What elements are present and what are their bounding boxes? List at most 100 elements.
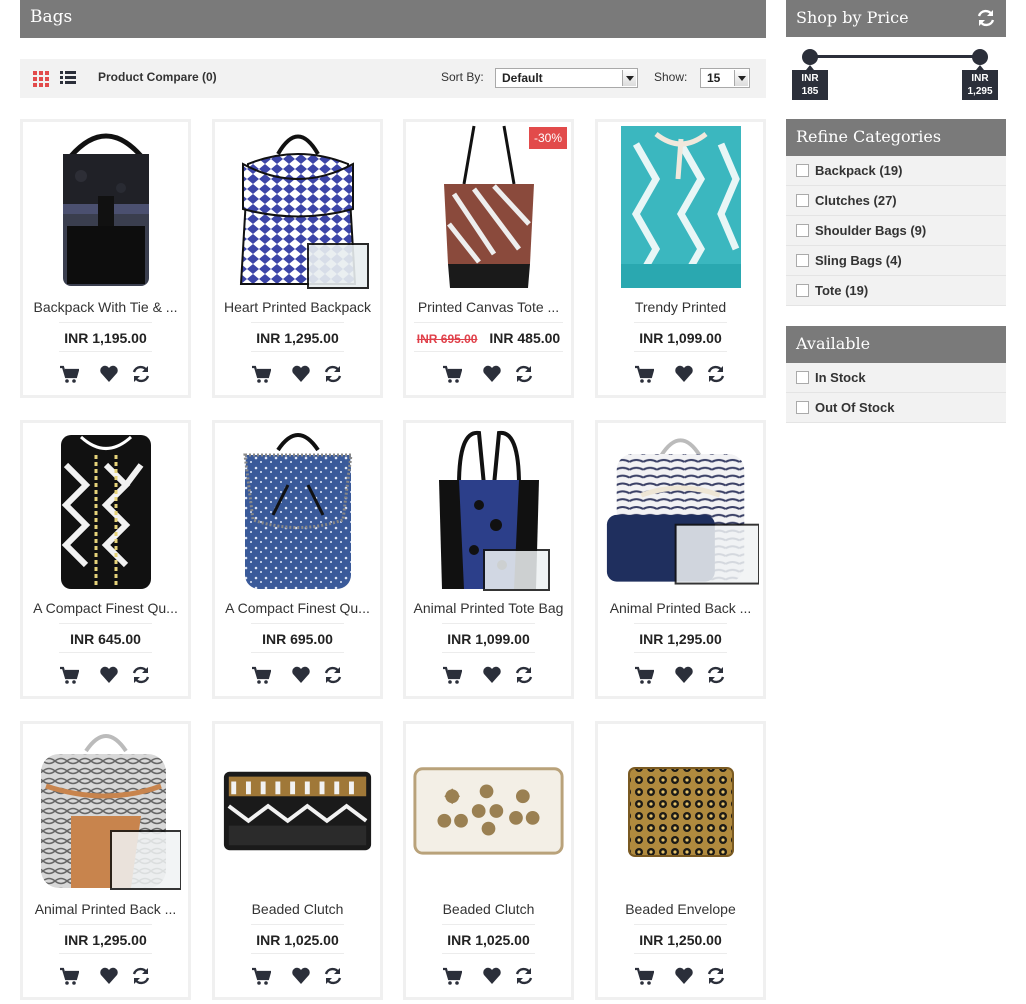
add-to-cart-icon[interactable] bbox=[251, 966, 271, 986]
checkbox[interactable] bbox=[796, 224, 809, 237]
show-select[interactable]: 15 bbox=[700, 68, 750, 88]
price-min-handle[interactable] bbox=[802, 49, 818, 65]
availability-option-out-of-stock[interactable]: Out Of Stock bbox=[786, 393, 1006, 423]
product-card[interactable]: Beaded Clutch INR 1,025.00 bbox=[212, 721, 383, 1000]
availability-option-in-stock[interactable]: In Stock bbox=[786, 363, 1006, 393]
product-name[interactable]: Animal Printed Back ... bbox=[29, 901, 182, 917]
checkbox[interactable] bbox=[796, 371, 809, 384]
wishlist-heart-icon[interactable] bbox=[291, 665, 311, 685]
product-card[interactable]: Trendy Printed INR 1,099.00 bbox=[595, 119, 766, 398]
list-view-icon[interactable] bbox=[60, 70, 76, 86]
product-image[interactable] bbox=[602, 124, 759, 290]
product-image[interactable] bbox=[27, 124, 184, 290]
product-card[interactable]: A Compact Finest Qu... INR 645.00 bbox=[20, 420, 191, 699]
product-name[interactable]: Printed Canvas Tote ... bbox=[412, 299, 565, 315]
category-option-backpack[interactable]: Backpack (19) bbox=[786, 156, 1006, 186]
price-max-handle[interactable] bbox=[972, 49, 988, 65]
wishlist-heart-icon[interactable] bbox=[291, 364, 311, 384]
product-card[interactable]: Beaded Envelope INR 1,250.00 bbox=[595, 721, 766, 1000]
add-to-cart-icon[interactable] bbox=[59, 665, 79, 685]
compare-refresh-icon[interactable] bbox=[706, 364, 726, 384]
product-name[interactable]: Heart Printed Backpack bbox=[221, 299, 374, 315]
product-name[interactable]: Animal Printed Tote Bag bbox=[412, 600, 565, 616]
product-card[interactable]: Animal Printed Tote Bag INR 1,099.00 bbox=[403, 420, 574, 699]
add-to-cart-icon[interactable] bbox=[251, 665, 271, 685]
wishlist-heart-icon[interactable] bbox=[674, 665, 694, 685]
product-card[interactable]: Heart Printed Backpack INR 1,295.00 bbox=[212, 119, 383, 398]
compare-refresh-icon[interactable] bbox=[706, 665, 726, 685]
add-to-cart-icon[interactable] bbox=[59, 364, 79, 384]
product-name[interactable]: Beaded Clutch bbox=[412, 901, 565, 917]
wishlist-heart-icon[interactable] bbox=[482, 364, 502, 384]
product-card[interactable]: Animal Printed Back ... INR 1,295.00 bbox=[20, 721, 191, 1000]
product-price: INR 1,295.00 bbox=[59, 924, 152, 954]
product-image[interactable] bbox=[219, 425, 376, 591]
compare-refresh-icon[interactable] bbox=[131, 665, 151, 685]
product-image[interactable] bbox=[602, 425, 759, 591]
price-slider[interactable]: INR 185 INR 1,295 bbox=[786, 37, 1006, 105]
price-slider-track[interactable] bbox=[810, 55, 980, 58]
compare-refresh-icon[interactable] bbox=[514, 665, 534, 685]
wishlist-heart-icon[interactable] bbox=[674, 364, 694, 384]
wishlist-heart-icon[interactable] bbox=[99, 966, 119, 986]
reset-refresh-icon[interactable] bbox=[976, 8, 996, 28]
add-to-cart-icon[interactable] bbox=[442, 665, 462, 685]
category-option-sling-bags[interactable]: Sling Bags (4) bbox=[786, 246, 1006, 276]
add-to-cart-icon[interactable] bbox=[634, 966, 654, 986]
product-compare-link[interactable]: Product Compare (0) bbox=[98, 70, 217, 84]
product-image[interactable] bbox=[410, 425, 567, 591]
compare-refresh-icon[interactable] bbox=[514, 966, 534, 986]
grid-view-icon[interactable] bbox=[33, 71, 49, 87]
product-name[interactable]: Beaded Envelope bbox=[604, 901, 757, 917]
wishlist-heart-icon[interactable] bbox=[291, 966, 311, 986]
compare-refresh-icon[interactable] bbox=[323, 966, 343, 986]
add-to-cart-icon[interactable] bbox=[634, 364, 654, 384]
product-name[interactable]: A Compact Finest Qu... bbox=[221, 600, 374, 616]
compare-refresh-icon[interactable] bbox=[323, 364, 343, 384]
compare-refresh-icon[interactable] bbox=[131, 966, 151, 986]
product-image[interactable] bbox=[602, 726, 759, 892]
wishlist-heart-icon[interactable] bbox=[482, 966, 502, 986]
add-to-cart-icon[interactable] bbox=[442, 966, 462, 986]
product-image[interactable] bbox=[219, 124, 376, 290]
wishlist-heart-icon[interactable] bbox=[674, 966, 694, 986]
compare-refresh-icon[interactable] bbox=[514, 364, 534, 384]
wishlist-heart-icon[interactable] bbox=[99, 665, 119, 685]
product-image[interactable] bbox=[410, 726, 567, 892]
product-name[interactable]: A Compact Finest Qu... bbox=[29, 600, 182, 616]
product-name[interactable]: Beaded Clutch bbox=[221, 901, 374, 917]
availability-filter: Available In Stock Out Of Stock bbox=[786, 326, 1006, 423]
add-to-cart-icon[interactable] bbox=[251, 364, 271, 384]
product-card[interactable]: Beaded Clutch INR 1,025.00 bbox=[403, 721, 574, 1000]
checkbox[interactable] bbox=[796, 164, 809, 177]
checkbox[interactable] bbox=[796, 254, 809, 267]
product-name[interactable]: Animal Printed Back ... bbox=[604, 600, 757, 616]
wishlist-heart-icon[interactable] bbox=[482, 665, 502, 685]
category-option-shoulder-bags[interactable]: Shoulder Bags (9) bbox=[786, 216, 1006, 246]
product-card[interactable]: A Compact Finest Qu... INR 695.00 bbox=[212, 420, 383, 699]
product-actions bbox=[598, 364, 763, 386]
product-card[interactable]: -30% Printed Canvas Tote ... INR 695.00 … bbox=[403, 119, 574, 398]
add-to-cart-icon[interactable] bbox=[59, 966, 79, 986]
product-image[interactable] bbox=[27, 425, 184, 591]
product-card[interactable]: Animal Printed Back ... INR 1,295.00 bbox=[595, 420, 766, 699]
product-price: INR 1,099.00 bbox=[634, 322, 727, 352]
add-to-cart-icon[interactable] bbox=[442, 364, 462, 384]
compare-refresh-icon[interactable] bbox=[131, 364, 151, 384]
product-name[interactable]: Backpack With Tie & ... bbox=[29, 299, 182, 315]
compare-refresh-icon[interactable] bbox=[323, 665, 343, 685]
add-to-cart-icon[interactable] bbox=[634, 665, 654, 685]
product-name[interactable]: Trendy Printed bbox=[604, 299, 757, 315]
checkbox[interactable] bbox=[796, 194, 809, 207]
checkbox[interactable] bbox=[796, 401, 809, 414]
category-option-clutches[interactable]: Clutches (27) bbox=[786, 186, 1006, 216]
checkbox[interactable] bbox=[796, 284, 809, 297]
sort-select[interactable]: Default bbox=[495, 68, 638, 88]
category-filter: Refine Categories Backpack (19) Clutches… bbox=[786, 119, 1006, 306]
category-option-tote[interactable]: Tote (19) bbox=[786, 276, 1006, 306]
wishlist-heart-icon[interactable] bbox=[99, 364, 119, 384]
product-card[interactable]: Backpack With Tie & ... INR 1,195.00 bbox=[20, 119, 191, 398]
product-image[interactable] bbox=[219, 726, 376, 892]
compare-refresh-icon[interactable] bbox=[706, 966, 726, 986]
product-image[interactable] bbox=[27, 726, 184, 892]
